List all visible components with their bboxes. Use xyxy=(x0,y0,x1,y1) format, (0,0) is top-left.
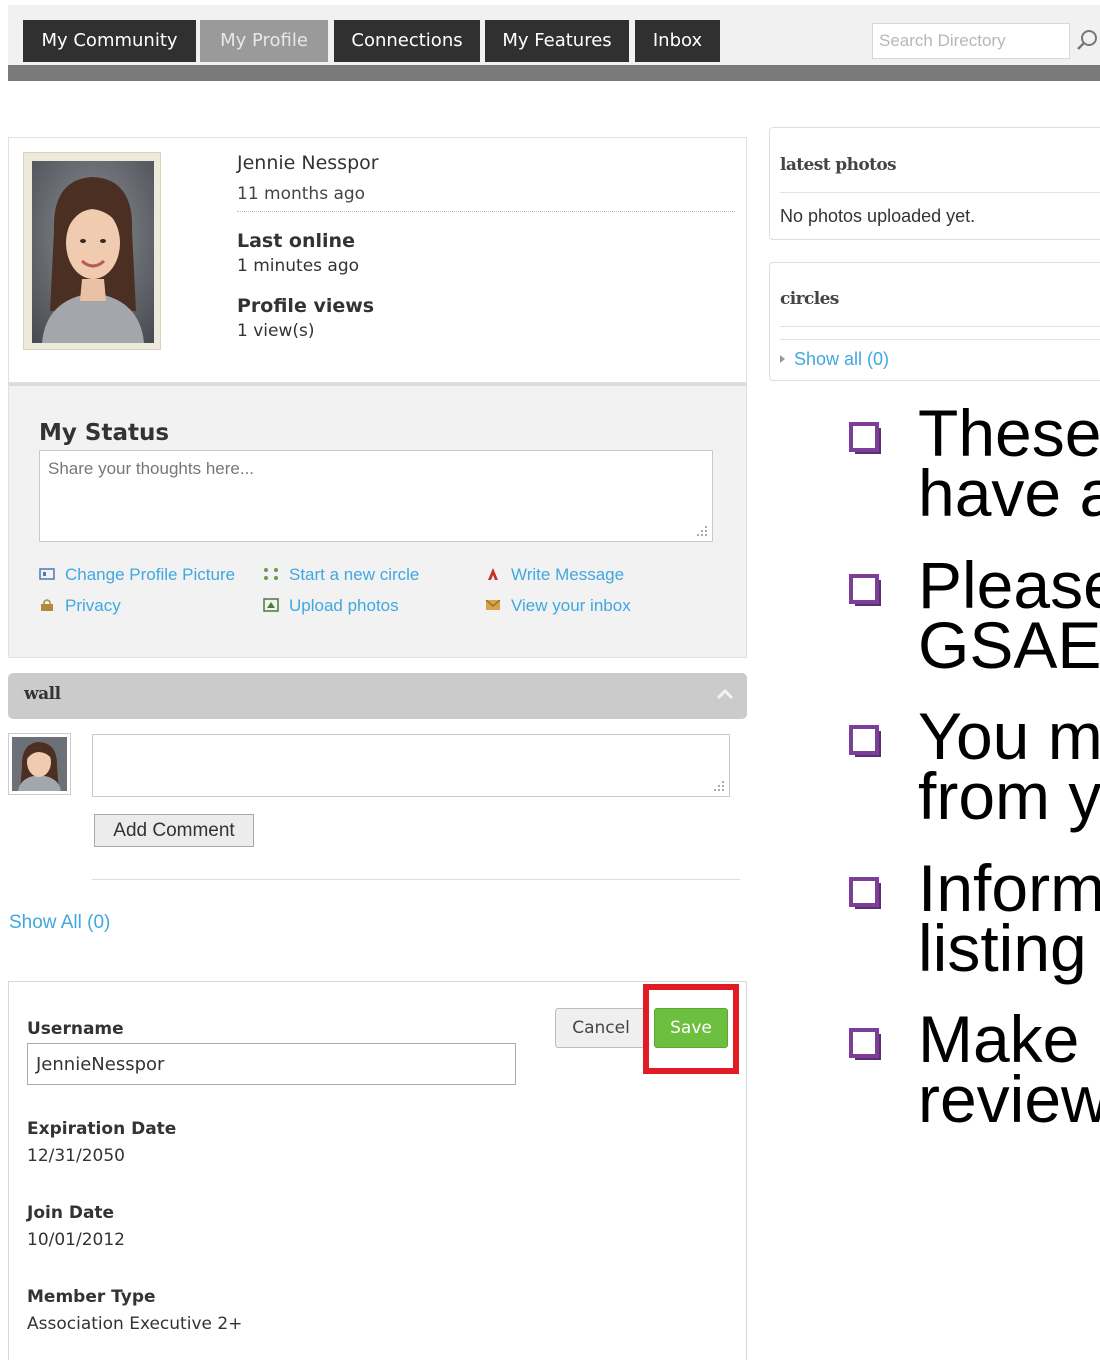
member-type-value: Association Executive 2+ xyxy=(27,1314,243,1334)
bullet-line: GSAE xyxy=(918,608,1100,682)
bullet-text-3: You m from y xyxy=(918,699,1100,833)
bullet-line: Inform xyxy=(918,851,1100,925)
divider xyxy=(780,326,1100,327)
privacy-label: Privacy xyxy=(65,596,121,615)
member-type-label: Member Type xyxy=(27,1287,156,1307)
upload-photos-link[interactable]: Upload photos xyxy=(263,596,399,616)
bullet-line: from y xyxy=(918,759,1100,833)
bullet-line: You m xyxy=(918,699,1100,773)
save-button[interactable]: Save xyxy=(654,1008,728,1048)
last-online-label: Last online xyxy=(237,230,355,252)
member-since: 11 months ago xyxy=(237,184,366,204)
view-inbox-label: View your inbox xyxy=(511,596,631,615)
checkbox-bullet-icon xyxy=(849,1028,881,1060)
bullet-text-2: Please GSAE xyxy=(918,548,1100,682)
inbox-icon xyxy=(485,599,501,610)
tab-connections[interactable]: Connections xyxy=(334,20,480,62)
resize-grip-icon[interactable] xyxy=(696,525,708,537)
bullet-line: Please xyxy=(918,548,1100,622)
tab-my-profile[interactable]: My Profile xyxy=(200,20,328,62)
triangle-right-icon xyxy=(780,355,785,363)
privacy-link[interactable]: Privacy xyxy=(39,596,121,616)
divider xyxy=(92,879,740,880)
checkbox-bullet-icon xyxy=(849,574,881,606)
bullet-line: These xyxy=(918,396,1100,470)
top-navigation: My Community My Profile Connections My F… xyxy=(8,5,1100,81)
profile-summary-card: Jennie Nesspor 11 months ago Last online… xyxy=(8,137,747,383)
bullet-text-1: These have a xyxy=(918,396,1100,530)
divider xyxy=(237,211,735,212)
checkbox-bullet-icon xyxy=(849,877,881,909)
cancel-button[interactable]: Cancel xyxy=(555,1008,647,1048)
profile-views-value: 1 view(s) xyxy=(237,321,315,341)
join-date-value: 10/01/2012 xyxy=(27,1230,125,1250)
status-placeholder: Share your thoughts here... xyxy=(48,459,255,478)
upload-photo-icon xyxy=(263,598,279,612)
start-new-circle-link[interactable]: Start a new circle xyxy=(263,565,419,585)
upload-photos-label: Upload photos xyxy=(289,596,399,615)
wall-comment-input[interactable] xyxy=(92,734,730,797)
add-comment-button[interactable]: Add Comment xyxy=(94,814,254,847)
write-message-label: Write Message xyxy=(511,565,625,584)
bullet-line: have a xyxy=(918,456,1100,530)
avatar xyxy=(8,733,71,795)
tab-inbox[interactable]: Inbox xyxy=(635,20,720,62)
last-online-value: 1 minutes ago xyxy=(237,256,360,276)
no-photos-text: No photos uploaded yet. xyxy=(780,206,976,226)
bullet-line: listing xyxy=(918,911,1087,985)
change-profile-picture-label: Change Profile Picture xyxy=(65,565,236,584)
my-status-panel: My Status Share your thoughts here... Ch… xyxy=(8,383,747,658)
tab-my-features[interactable]: My Features xyxy=(485,20,629,62)
pen-icon xyxy=(488,568,498,580)
show-all-wall-link[interactable]: Show All (0) xyxy=(9,912,110,934)
status-title: My Status xyxy=(39,420,170,446)
username-input[interactable]: JennieNesspor xyxy=(27,1043,516,1085)
view-inbox-link[interactable]: View your inbox xyxy=(485,596,631,616)
tab-my-community[interactable]: My Community xyxy=(23,20,196,62)
username-label: Username xyxy=(27,1019,124,1039)
chevron-up-icon[interactable] xyxy=(715,687,735,701)
circles-card: circles Show all (0) xyxy=(769,262,1100,381)
picture-icon xyxy=(39,568,55,580)
circles-show-all-link[interactable]: Show all (0) xyxy=(794,349,889,370)
bullet-line: Make xyxy=(918,1002,1080,1076)
profile-views-label: Profile views xyxy=(237,295,375,317)
circles-title: circles xyxy=(780,289,839,309)
account-edit-card: Username JennieNesspor Cancel Save Expir… xyxy=(8,981,747,1360)
latest-photos-title: latest photos xyxy=(780,155,897,175)
change-profile-picture-link[interactable]: Change Profile Picture xyxy=(39,565,235,585)
circle-icon xyxy=(264,568,278,580)
profile-photo-frame xyxy=(23,152,161,350)
status-input[interactable]: Share your thoughts here... xyxy=(39,450,713,542)
join-date-label: Join Date xyxy=(27,1203,115,1223)
profile-name: Jennie Nesspor xyxy=(237,152,379,174)
latest-photos-card: latest photos No photos uploaded yet. xyxy=(769,127,1100,240)
write-message-link[interactable]: Write Message xyxy=(485,565,624,585)
wall-title: wall xyxy=(24,684,61,704)
nav-underline-bar xyxy=(8,65,1100,81)
profile-photo xyxy=(32,161,154,343)
checkbox-bullet-icon xyxy=(849,725,881,757)
divider xyxy=(780,339,1100,340)
lock-icon xyxy=(41,599,53,611)
bullet-line: review xyxy=(918,1062,1100,1136)
start-new-circle-label: Start a new circle xyxy=(289,565,420,584)
expiration-date-label: Expiration Date xyxy=(27,1119,177,1139)
expiration-date-value: 12/31/2050 xyxy=(27,1146,125,1166)
checkbox-bullet-icon xyxy=(849,422,881,454)
bullet-text-4: Inform listing xyxy=(918,851,1100,985)
divider xyxy=(780,192,1100,193)
bullet-text-5: Make review xyxy=(918,1002,1100,1136)
wall-header[interactable]: wall xyxy=(8,673,747,719)
resize-grip-icon[interactable] xyxy=(713,780,725,792)
search-directory-input[interactable]: Search Directory xyxy=(872,23,1070,59)
search-icon[interactable] xyxy=(1076,29,1098,51)
